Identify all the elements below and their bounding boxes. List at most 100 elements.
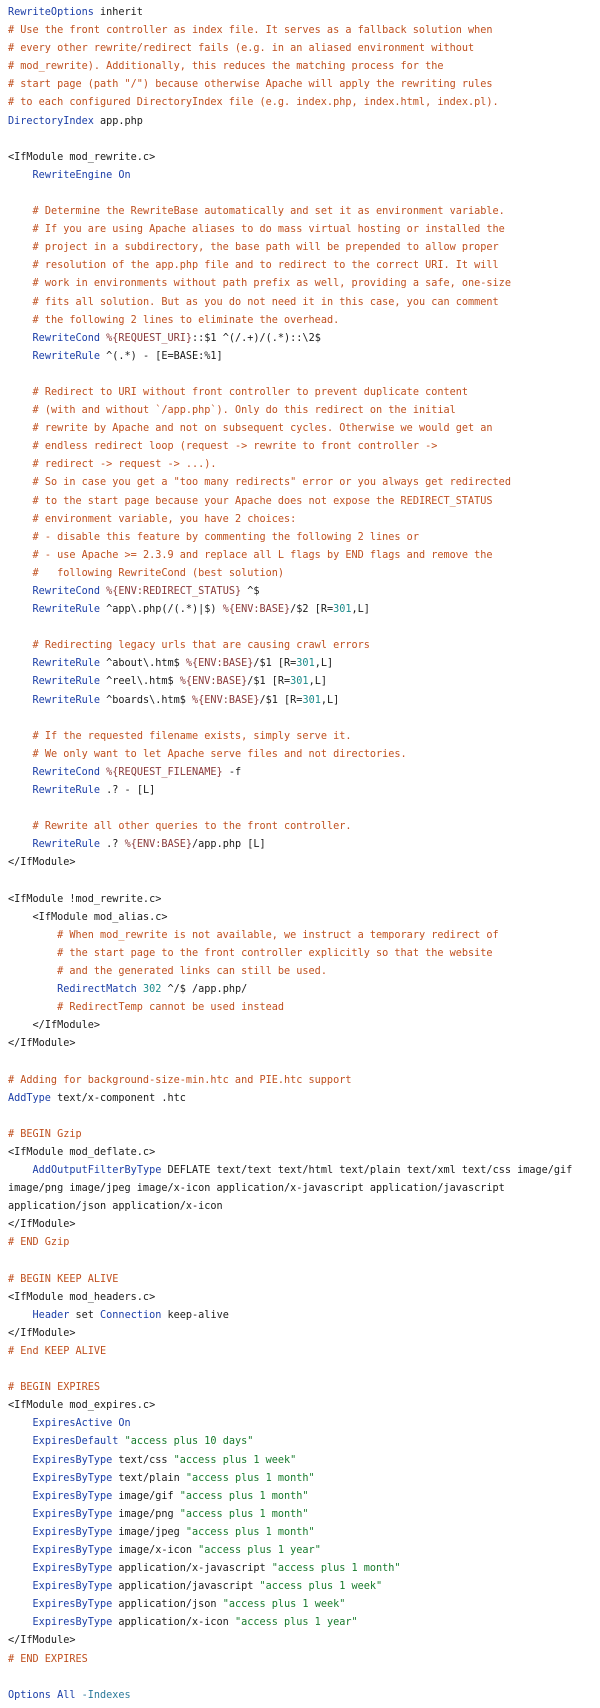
code-line: # to each configured DirectoryIndex file… <box>8 94 600 112</box>
code-line: # Use the front controller as index file… <box>8 22 600 40</box>
code-line: </IfModule> <box>8 854 600 872</box>
code-line: <IfModule mod_deflate.c> <box>8 1144 600 1162</box>
htaccess-code-block: RewriteOptions inherit # Use the front co… <box>0 0 600 1705</box>
directive-keyword: RewriteRule <box>32 839 101 851</box>
comment-text: # END EXPIRES <box>8 1653 88 1665</box>
code-text: image/jpeg <box>112 1526 186 1538</box>
code-line: <IfModule mod_expires.c> <box>8 1397 600 1415</box>
code-line: # start page (path "/") because otherwis… <box>8 76 600 94</box>
code-line: ExpiresByType application/json "access p… <box>8 1596 600 1614</box>
directive-keyword: ExpiresDefault <box>32 1436 119 1448</box>
code-line: # fits all solution. But as you do not n… <box>8 294 600 312</box>
comment-text: # to each configured DirectoryIndex file… <box>8 97 499 109</box>
code-line: <IfModule mod_rewrite.c> <box>8 149 600 167</box>
directive-keyword: Options <box>8 1689 51 1701</box>
comment-text: # start page (path "/") because otherwis… <box>8 79 493 91</box>
code-text: /$1 [R= <box>247 676 291 688</box>
comment-text: # Adding for background-size-min.htc and… <box>8 1074 352 1086</box>
comment-text: # work in environments without path pref… <box>32 278 511 290</box>
module-tag: </IfModule> <box>8 1038 76 1050</box>
code-line: # - disable this feature by commenting t… <box>8 529 600 547</box>
directive-keyword: RewriteRule <box>32 694 101 706</box>
string-literal: "access plus 10 days" <box>124 1436 254 1448</box>
code-line: RewriteRule .? %{ENV:BASE}/app.php [L] <box>8 836 600 854</box>
server-variable: %{ENV:BASE} <box>124 839 193 851</box>
directive-keyword: RewriteCond <box>32 586 101 597</box>
code-text: application/x-icon <box>112 1617 235 1629</box>
comment-text: # When mod_rewrite is not available, we … <box>57 929 499 941</box>
option-flag: -Indexes <box>81 1689 131 1701</box>
code-line: RedirectMatch 302 ^/$ /app.php/ <box>8 981 600 999</box>
directive-keyword: ExpiresByType <box>32 1617 113 1629</box>
string-literal: "access plus 1 month" <box>271 1563 401 1575</box>
string-literal: "access plus 1 week" <box>173 1454 297 1466</box>
directive-keyword: ExpiresByType <box>32 1454 113 1466</box>
directive-keyword: DirectoryIndex <box>8 115 94 127</box>
code-line: # following RewriteCond (best solution) <box>8 565 600 583</box>
code-line: # If the requested filename exists, simp… <box>8 728 600 746</box>
string-literal: "access plus 1 week" <box>259 1581 383 1593</box>
code-line: # endless redirect loop (request -> rewr… <box>8 438 600 456</box>
comment-text: # resolution of the app.php file and to … <box>32 260 499 272</box>
string-literal: "access plus 1 month" <box>179 1508 309 1520</box>
directive-keyword: Header <box>32 1309 70 1321</box>
directive-keyword: ExpiresByType <box>32 1599 113 1611</box>
directive-keyword: ExpiresByType <box>32 1563 113 1575</box>
code-line: ExpiresDefault "access plus 10 days" <box>8 1433 600 1451</box>
code-text: ^/$ /app.php/ <box>161 984 248 996</box>
comment-text: # BEGIN EXPIRES <box>8 1382 101 1394</box>
code-text: ^about\.htm$ <box>100 658 186 670</box>
comment-text: # Determine the RewriteBase automaticall… <box>32 206 505 218</box>
code-line: Header set Connection keep-alive <box>8 1307 600 1325</box>
code-line: </IfModule> <box>8 1325 600 1343</box>
comment-text: # Redirecting legacy urls that are causi… <box>32 640 370 652</box>
directive-keyword: RewriteCond <box>32 766 101 778</box>
code-line: AddType text/x-component .htc <box>8 1090 600 1108</box>
code-text: /$1 [R= <box>253 658 297 670</box>
code-line: ExpiresByType application/x-icon "access… <box>8 1614 600 1632</box>
comment-text: # - disable this feature by commenting t… <box>32 531 419 543</box>
code-line: # BEGIN EXPIRES <box>8 1379 600 1397</box>
comment-text: # We only want to let Apache serve files… <box>32 748 407 760</box>
code-line: RewriteRule .? - [L] <box>8 782 600 800</box>
directive-keyword: RewriteRule <box>32 604 101 616</box>
string-literal: "access plus 1 month" <box>179 1490 309 1502</box>
code-line: <IfModule !mod_rewrite.c> <box>8 891 600 909</box>
directive-keyword: Connection <box>100 1309 162 1321</box>
comment-text: # If you are using Apache aliases to do … <box>32 224 505 236</box>
code-line: # End KEEP ALIVE <box>8 1343 600 1361</box>
code-line: AddOutputFilterByType DEFLATE text/text … <box>8 1162 600 1180</box>
code-line: </IfModule> <box>8 1632 600 1650</box>
comment-text: # to the start page because your Apache … <box>32 495 493 507</box>
code-line: # Rewrite all other queries to the front… <box>8 818 600 836</box>
string-literal: "access plus 1 year" <box>234 1617 358 1629</box>
code-text: /$2 [R= <box>290 604 334 616</box>
code-line: # resolution of the app.php file and to … <box>8 257 600 275</box>
